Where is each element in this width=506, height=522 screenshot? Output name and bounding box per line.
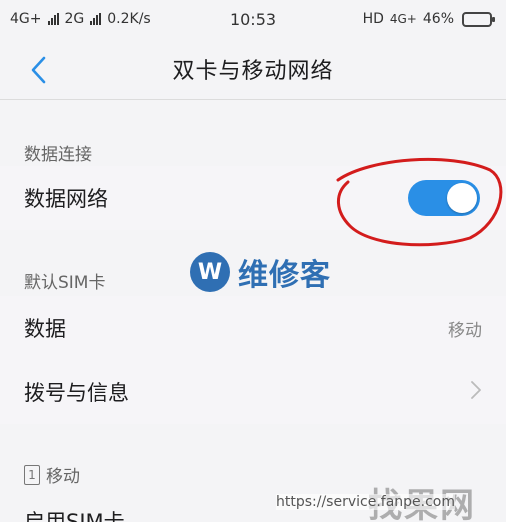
watermark-badge: W <box>190 252 230 292</box>
hd-indicator: HD <box>362 11 384 27</box>
status-left: 4G+ 2G 0.2K/s <box>10 11 151 27</box>
row-dial-messages[interactable]: 拨号与信息 <box>0 360 506 424</box>
signal-icon <box>47 13 59 25</box>
back-button[interactable] <box>18 50 58 90</box>
title-bar: 双卡与移动网络 <box>0 38 506 100</box>
data-sim-label: 数据 <box>24 317 66 341</box>
screen: 4G+ 2G 0.2K/s 10:53 HD 4G+ 46% 双卡与移动网络 数… <box>0 0 506 522</box>
watermark-logo: W 维修客 <box>190 250 331 294</box>
clock: 10:53 <box>229 9 277 29</box>
row-data-network[interactable]: 数据网络 <box>0 166 506 230</box>
chevron-right-icon <box>470 380 482 404</box>
section-header-data-connection: 数据连接 <box>24 145 92 165</box>
network-right: 4G+ <box>389 12 417 26</box>
sim2-network-type: 2G <box>64 11 85 27</box>
status-right: HD 4G+ 46% <box>362 11 495 27</box>
battery-percent: 46% <box>422 11 454 27</box>
battery-icon <box>462 11 495 27</box>
chevron-left-icon <box>31 56 46 84</box>
sim1-network-type: 4G+ <box>10 11 42 27</box>
data-sim-value: 移动 <box>448 320 482 341</box>
signal-icon <box>90 13 102 25</box>
network-speed: 0.2K/s <box>107 11 151 27</box>
dial-messages-label: 拨号与信息 <box>24 381 129 405</box>
toggle-knob <box>447 183 477 213</box>
sim-card-icon: 1 <box>24 464 40 485</box>
status-bar: 4G+ 2G 0.2K/s 10:53 HD 4G+ 46% <box>0 0 506 38</box>
section-header-default-sim: 默认SIM卡 <box>24 273 106 293</box>
enable-sim-label[interactable]: 启用SIM卡 <box>24 506 125 522</box>
watermark-text: 维修客 <box>238 258 331 293</box>
sim1-carrier: 移动 <box>46 467 80 487</box>
data-network-label: 数据网络 <box>24 187 108 211</box>
page-title: 双卡与移动网络 <box>172 58 334 84</box>
row-data-sim[interactable]: 数据 移动 <box>0 296 506 360</box>
section-header-sim1: 1 移动 <box>24 462 80 487</box>
watermark-url: https://service.fanpe.com <box>276 494 456 510</box>
data-network-toggle[interactable] <box>408 180 480 216</box>
